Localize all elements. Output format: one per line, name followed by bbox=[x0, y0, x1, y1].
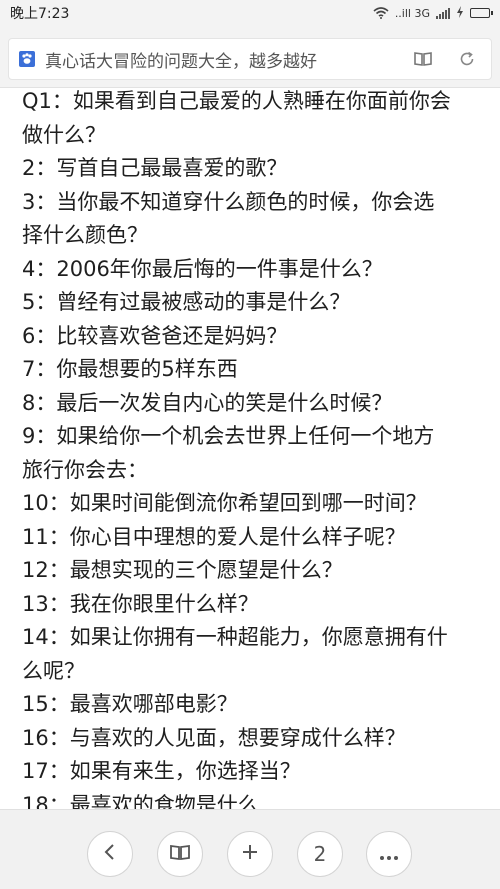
menu-button[interactable] bbox=[366, 831, 412, 877]
question-line: 做什么？ bbox=[22, 122, 106, 147]
new-tab-button[interactable] bbox=[227, 831, 273, 877]
tab-switcher-button[interactable]: 2 bbox=[297, 831, 343, 877]
question-line: 4：2006年你最后悔的一件事是什么？ bbox=[22, 256, 383, 281]
question-list: Q1：如果看到自己最爱的人熟睡在你面前你会 做什么？ 2：写首自己最最喜爱的歌？ 3：… bbox=[22, 88, 477, 809]
refresh-icon[interactable] bbox=[453, 45, 481, 73]
tab-count: 2 bbox=[313, 842, 327, 866]
url-field[interactable]: 真心话大冒险的问题大全，越多越好 bbox=[8, 38, 492, 80]
question-line: 11：你心目中理想的爱人是什么样子呢？ bbox=[22, 524, 406, 549]
charging-icon bbox=[456, 5, 464, 21]
back-button[interactable] bbox=[87, 831, 133, 877]
page-content[interactable]: Q1：如果看到自己最爱的人熟睡在你面前你会 做什么？ 2：写首自己最最喜爱的歌？ 3：… bbox=[0, 88, 500, 809]
question-line: 14：如果让你拥有一种超能力，你愿意拥有什 bbox=[22, 625, 448, 649]
page-title: 真心话大冒险的问题大全，越多越好 bbox=[45, 51, 317, 72]
question-line: 旅行你会去： bbox=[22, 457, 148, 482]
network-label: ..ill 3G bbox=[394, 6, 430, 20]
wifi-icon bbox=[373, 7, 389, 19]
status-bar: 晚上7:23 ..ill 3G bbox=[0, 0, 500, 26]
bookmarks-button[interactable] bbox=[157, 831, 203, 877]
more-dots-icon bbox=[379, 842, 399, 866]
question-line: 12：最想实现的三个愿望是什么？ bbox=[22, 558, 343, 582]
question-line: 13：我在你眼里什么样？ bbox=[22, 591, 259, 616]
question-line: 择什么颜色？ bbox=[22, 223, 148, 247]
question-line: 2：写首自己最最喜爱的歌？ bbox=[22, 156, 288, 180]
question-line: 15：最喜欢哪部电影？ bbox=[22, 692, 238, 716]
plus-icon bbox=[241, 842, 259, 866]
back-chevron-icon bbox=[103, 842, 117, 866]
bottom-toolbar: 2 bbox=[0, 809, 500, 889]
status-icons: ..ill 3G bbox=[373, 5, 493, 21]
question-line: 18：最喜欢的食物是什么 bbox=[22, 792, 259, 810]
signal-icon bbox=[436, 7, 450, 19]
question-line: 8：最后一次发自内心的笑是什么时候？ bbox=[22, 390, 393, 415]
question-line: 5：曾经有过最被感动的事是什么？ bbox=[22, 290, 351, 314]
question-line: 6：比较喜欢爸爸还是妈妈？ bbox=[22, 323, 288, 348]
question-line: 么呢？ bbox=[22, 658, 85, 683]
question-line: 3：当你最不知道穿什么颜色的时候，你会选 bbox=[22, 189, 435, 214]
question-line: 17：如果有来生，你选择当？ bbox=[22, 759, 301, 783]
browser-address-bar: 真心话大冒险的问题大全，越多越好 bbox=[0, 26, 500, 88]
battery-icon bbox=[470, 8, 493, 18]
question-line: Q1：如果看到自己最爱的人熟睡在你面前你会 bbox=[22, 89, 451, 113]
question-line: 16：与喜欢的人见面，想要穿成什么样？ bbox=[22, 725, 406, 750]
status-time: 晚上7:23 bbox=[10, 6, 70, 22]
question-line: 10：如果时间能倒流你希望回到哪一时间？ bbox=[22, 491, 427, 515]
question-line: 7：你最想要的5样东西 bbox=[22, 357, 238, 381]
paw-site-icon bbox=[19, 51, 35, 67]
reader-mode-icon[interactable] bbox=[409, 45, 437, 73]
question-line: 9：如果给你一个机会去世界上任何一个地方 bbox=[22, 424, 435, 448]
book-icon bbox=[169, 842, 191, 866]
